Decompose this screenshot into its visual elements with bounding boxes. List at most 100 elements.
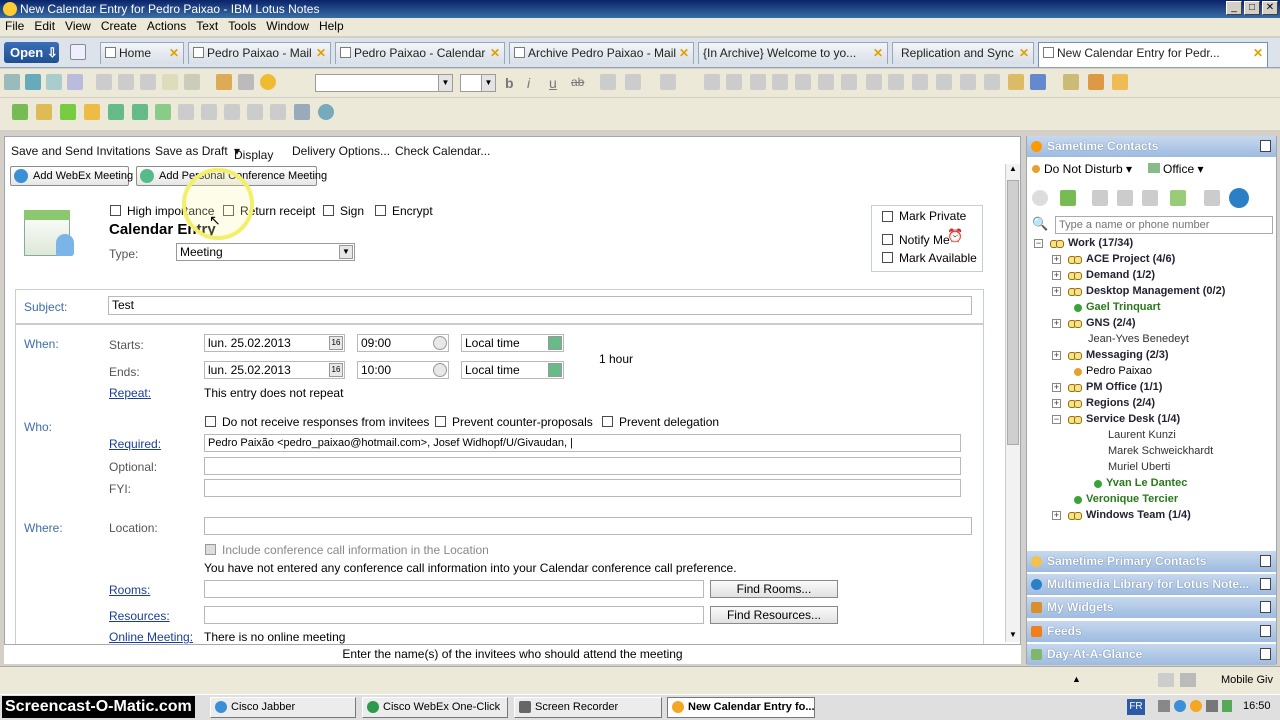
contact-item[interactable]: Pedro Paixao [1028, 364, 1274, 380]
mark-available-checkbox[interactable] [882, 252, 893, 263]
find-resources-button[interactable]: Find Resources... [710, 606, 838, 624]
font-size-select[interactable]: ▼ [460, 74, 496, 92]
toolbar-icon[interactable] [25, 74, 41, 90]
status-icon[interactable] [1180, 673, 1196, 687]
text-color-icon[interactable] [625, 74, 641, 90]
toolbar-icon[interactable] [178, 104, 194, 120]
toolbar-icon[interactable] [984, 74, 1000, 90]
switch-tabs-icon[interactable] [70, 44, 86, 60]
contact-group[interactable]: + PM Office (1/1) [1028, 380, 1274, 396]
refresh-icon[interactable] [318, 104, 334, 120]
close-tab-icon[interactable]: ✕ [316, 43, 326, 63]
sametime-primary-header[interactable]: Sametime Primary Contacts [1027, 551, 1276, 572]
taskbar-webex[interactable]: Cisco WebEx One-Click [362, 697, 508, 718]
type-select[interactable]: Meeting ▼ [176, 243, 355, 261]
menu-view[interactable]: View [60, 18, 96, 34]
tab-mail[interactable]: Pedro Paixao - Mail ✕ [188, 42, 331, 64]
menu-actions[interactable]: Actions [142, 18, 191, 34]
stop-icon[interactable] [260, 74, 276, 90]
contact-group[interactable]: + Regions (2/4) [1028, 396, 1274, 412]
toolbar-icon[interactable] [1117, 190, 1133, 206]
toolbar-icon[interactable] [247, 104, 263, 120]
panel-menu-icon[interactable] [1260, 625, 1271, 637]
close-tab-icon[interactable]: ✕ [679, 43, 689, 63]
align-center-icon[interactable] [772, 74, 788, 90]
align-left-icon[interactable] [750, 74, 766, 90]
menu-edit[interactable]: Edit [29, 18, 60, 34]
bold-icon[interactable]: b [505, 75, 521, 91]
check-calendar-button[interactable]: Check Calendar... [395, 144, 490, 158]
toolbar-icon[interactable] [224, 104, 240, 120]
tab-new-calendar-entry[interactable]: New Calendar Entry for Pedr... ✕ [1038, 42, 1268, 67]
expand-icon[interactable]: + [1052, 255, 1061, 264]
status-selector[interactable]: Do Not Disturb ▾ [1032, 160, 1137, 178]
align-right-icon[interactable] [795, 74, 811, 90]
link-icon[interactable] [912, 74, 928, 90]
encrypt-checkbox[interactable] [375, 205, 386, 216]
expand-icon[interactable]: + [1052, 511, 1061, 520]
save-draft-button[interactable]: Save as Draft [155, 144, 228, 158]
status-up-icon[interactable]: ▲ [1072, 674, 1081, 684]
contact-item[interactable]: Gael Trinquart [1028, 300, 1274, 316]
start-date-input[interactable]: lun. 25.02.2013 16 [204, 334, 345, 352]
language-indicator[interactable]: FR [1127, 699, 1145, 715]
panel-menu-icon[interactable] [1260, 578, 1271, 590]
high-importance-checkbox[interactable] [110, 205, 121, 216]
tab-archive-mail[interactable]: Archive Pedro Paixao - Mail ✕ [509, 42, 694, 64]
highlight-icon[interactable] [600, 74, 616, 90]
end-timezone-input[interactable]: Local time [461, 361, 564, 379]
panel-menu-icon[interactable] [1260, 648, 1271, 660]
toolbar-icon[interactable] [1142, 190, 1158, 206]
status-icon[interactable] [1158, 673, 1174, 687]
day-at-a-glance-header[interactable]: Day-At-A-Glance [1027, 644, 1276, 665]
arrow-up-icon[interactable] [84, 104, 100, 120]
menu-tools[interactable]: Tools [223, 18, 261, 34]
globe-icon[interactable] [1229, 188, 1249, 208]
toolbar-icon[interactable] [1088, 74, 1104, 90]
mobile-status[interactable]: Mobile Giv [1221, 674, 1273, 686]
close-tab-icon[interactable]: ✕ [169, 43, 179, 63]
toolbar-icon[interactable] [1008, 74, 1024, 90]
toolbar-icon[interactable] [936, 74, 952, 90]
contact-group[interactable]: + Desktop Management (0/2) [1028, 284, 1274, 300]
contact-search-input[interactable] [1055, 216, 1273, 234]
form-scrollbar[interactable]: ▲ ▼ [1005, 164, 1020, 642]
scroll-up-icon[interactable]: ▲ [1007, 164, 1019, 176]
expand-icon[interactable]: + [1052, 383, 1061, 392]
resources-input[interactable] [204, 606, 704, 624]
scroll-thumb[interactable] [1007, 180, 1019, 445]
clock-icon[interactable] [433, 336, 447, 350]
end-date-input[interactable]: lun. 25.02.2013 16 [204, 361, 345, 379]
save-send-button[interactable]: Save and Send Invitations [11, 144, 150, 158]
add-webex-button[interactable]: Add WebEx Meeting [10, 166, 133, 186]
scroll-down-icon[interactable]: ▼ [1007, 630, 1019, 642]
spacing-icon[interactable] [841, 74, 857, 90]
repeat-link[interactable]: Repeat: [109, 386, 151, 400]
clock-icon[interactable] [433, 363, 447, 377]
arrow-icon[interactable] [12, 104, 28, 120]
menu-text[interactable]: Text [191, 18, 223, 34]
paste-icon[interactable] [140, 74, 156, 90]
strikethrough-icon[interactable]: ab [571, 75, 587, 91]
date-picker-icon[interactable]: 16 [329, 336, 343, 350]
timezone-icon[interactable] [548, 363, 562, 377]
my-widgets-header[interactable]: My Widgets [1027, 597, 1276, 618]
sign-checkbox[interactable] [323, 205, 334, 216]
tray-icon[interactable] [1190, 700, 1202, 712]
toolbar-icon[interactable] [155, 104, 171, 120]
tab-replication[interactable]: Replication and Sync ✕ [892, 42, 1034, 64]
panel-menu-icon[interactable] [1260, 140, 1271, 152]
rooms-input[interactable] [204, 580, 704, 598]
arrow-down-icon[interactable] [60, 104, 76, 120]
phone-icon[interactable] [1060, 190, 1076, 206]
toolbar-icon[interactable] [184, 74, 200, 90]
feeds-header[interactable]: Feeds [1027, 621, 1276, 642]
collapse-icon[interactable]: − [1034, 239, 1043, 248]
contact-group[interactable]: + Messaging (2/3) [1028, 348, 1274, 364]
bullets-icon[interactable] [704, 74, 720, 90]
contact-group[interactable]: + Demand (1/2) [1028, 268, 1274, 284]
toolbar-icon[interactable] [270, 104, 286, 120]
optional-input[interactable] [204, 457, 961, 475]
display-menu[interactable]: Display ▾ [234, 144, 273, 162]
tray-icon[interactable] [1158, 700, 1170, 712]
